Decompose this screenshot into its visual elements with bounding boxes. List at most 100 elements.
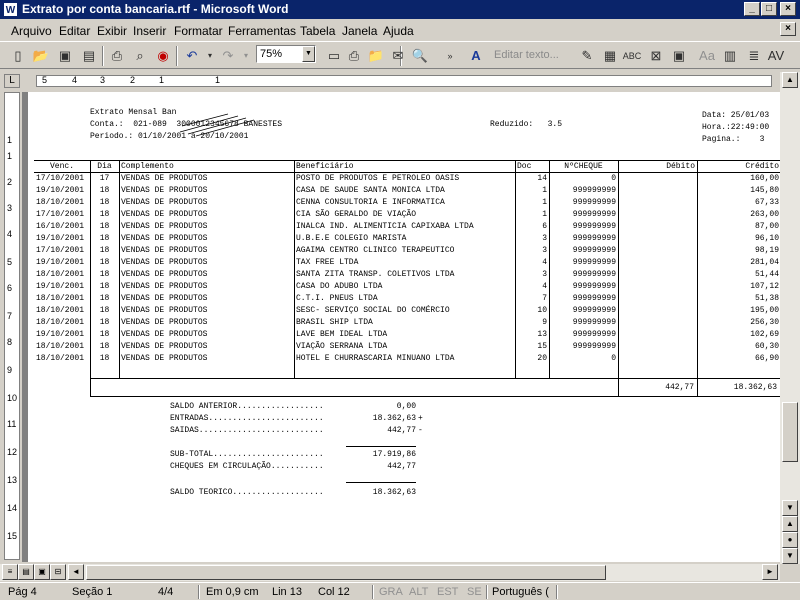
table-cell: 18/10/2001 — [36, 353, 85, 363]
print-icon[interactable]: ⎙ — [107, 46, 127, 66]
redo-dropdown-icon[interactable]: ▾ — [236, 46, 256, 66]
ruler-mark: 2 — [7, 177, 13, 187]
table-cell: 20 — [537, 353, 547, 363]
find-icon[interactable]: 🔍 — [410, 46, 430, 66]
vertical-ruler[interactable]: 1 1 2 3 4 5 6 7 8 9 10 11 12 13 14 15 — [4, 92, 20, 560]
status-position: Em 0,9 cm — [206, 586, 259, 598]
browse-object-icon[interactable]: ● — [782, 532, 798, 548]
table-cell: VENDAS DE PRODUTOS — [121, 293, 208, 303]
scroll-down-icon[interactable]: ▼ — [782, 500, 798, 516]
table-cell: 18/10/2001 — [36, 293, 85, 303]
table-cell: 17 — [99, 173, 110, 183]
reduzido-line: Reduzido: 3.5 — [490, 120, 563, 129]
track-changes-icon[interactable]: ✎ — [577, 46, 597, 66]
web-view-icon[interactable]: ▤ — [18, 564, 34, 580]
table-cell: 1 — [542, 209, 547, 219]
table-cell: VENDAS DE PRODUTOS — [121, 269, 208, 279]
status-language[interactable]: Português ( — [492, 586, 549, 598]
table-cell: 107,12 — [750, 281, 779, 291]
table-cell: 18/10/2001 — [36, 341, 85, 351]
print-layout-icon[interactable]: ▣ — [34, 564, 50, 580]
comment-icon[interactable]: ▦ — [600, 46, 620, 66]
scroll-thumb[interactable] — [782, 402, 798, 462]
research-icon[interactable]: ◉ — [153, 46, 173, 66]
menu-editar[interactable]: Editar — [59, 24, 90, 38]
font-size-icon[interactable]: Aa — [697, 46, 717, 66]
table-cell — [618, 220, 697, 232]
document-page[interactable]: Extrato Mensal Ban Conta.: 021-089 30000… — [28, 92, 780, 562]
permission-icon[interactable]: ▤ — [79, 46, 99, 66]
zoom-select[interactable]: 75% ▼ — [256, 45, 316, 63]
summary-label: SUB-TOTAL....................... — [170, 450, 324, 459]
ruler-mark: 9 — [7, 365, 13, 375]
table-header-row: Venc. Dia Complemento Beneficiário Doc N… — [34, 160, 780, 172]
status-extend[interactable]: EST — [437, 586, 458, 598]
outline-view-icon[interactable]: ⊟ — [50, 564, 66, 580]
highlight-icon[interactable]: ▥ — [720, 46, 740, 66]
summary-label: SALDO TEORICO................... — [170, 488, 324, 497]
table-cell: 18 — [99, 305, 110, 315]
print-preview-icon[interactable]: ⌕ — [130, 46, 150, 66]
table-cell: 18 — [99, 197, 110, 207]
status-track-changes[interactable]: ALT — [409, 586, 428, 598]
spelling-icon[interactable]: ABC — [622, 46, 642, 66]
undo-icon[interactable]: ↶ — [182, 46, 202, 66]
next-page-icon[interactable]: ▼ — [782, 548, 798, 564]
menu-ferramentas[interactable]: Ferramentas — [228, 24, 296, 38]
document-close-button[interactable]: × — [780, 22, 796, 36]
table-cell: SESC- SERVIÇO SOCIAL DO COMÉRCIO — [296, 305, 450, 315]
scribble-mark — [179, 113, 255, 137]
table-cell: 999999999 — [572, 221, 616, 231]
format-painter-icon[interactable]: ⊠ — [646, 46, 666, 66]
tab-selector[interactable]: L — [4, 74, 20, 88]
menu-arquivo[interactable]: Arquivo — [11, 24, 52, 38]
align-icon[interactable]: ≣ — [744, 46, 764, 66]
menu-ajuda[interactable]: Ajuda — [383, 24, 414, 38]
hscroll-thumb[interactable] — [86, 565, 606, 580]
menu-exibir[interactable]: Exibir — [97, 24, 127, 38]
menu-tabela[interactable]: Tabela — [300, 24, 335, 38]
vertical-scrollbar[interactable]: ▲ ▼ ▲ ● ▼ — [780, 72, 800, 564]
word-app-icon[interactable]: W — [3, 2, 18, 17]
scroll-up-icon[interactable]: ▲ — [782, 72, 798, 88]
table-cell: 999999999 — [572, 317, 616, 327]
edit-text-field[interactable]: Editar texto... — [494, 49, 559, 61]
table-cell: 3 — [542, 233, 547, 243]
status-overtype[interactable]: SE — [467, 586, 482, 598]
scroll-left-icon[interactable]: ◄ — [68, 564, 84, 580]
close-button[interactable]: × — [780, 2, 796, 16]
open-small-icon[interactable]: 📁 — [366, 46, 386, 66]
redo-icon[interactable]: ↷ — [218, 46, 238, 66]
previous-page-icon[interactable]: ▲ — [782, 516, 798, 532]
save-icon[interactable]: ▣ — [55, 46, 75, 66]
horizontal-ruler[interactable]: 5 4 3 2 1 1 — [28, 72, 780, 90]
summary-label: SAIDAS.......................... — [170, 426, 324, 435]
maximize-button[interactable]: □ — [761, 2, 777, 16]
menu-formatar[interactable]: Formatar — [174, 24, 223, 38]
zoom-dropdown-icon[interactable]: ▼ — [302, 46, 315, 62]
scroll-right-icon[interactable]: ► — [762, 564, 778, 580]
table-cell: 102,69 — [750, 329, 779, 339]
minimize-button[interactable]: _ — [744, 2, 760, 16]
summary-sign: + — [418, 414, 423, 423]
spacing-icon[interactable]: AV — [766, 46, 786, 66]
reviewing-pane-icon[interactable]: A — [466, 46, 486, 66]
normal-view-icon[interactable]: ≡ — [2, 564, 18, 580]
summary-value: 0,00 — [396, 402, 416, 411]
new-document-icon[interactable]: ▯ — [8, 46, 28, 66]
horizontal-scrollbar[interactable]: ≡ ▤ ▣ ⊟ ◄ ► — [0, 564, 780, 581]
print-small-icon[interactable]: ⎙ — [344, 46, 364, 66]
toolbar-options-icon[interactable]: » — [440, 46, 460, 66]
read-mode-icon[interactable]: ▭ — [324, 46, 344, 66]
document-map-icon[interactable]: ▣ — [669, 46, 689, 66]
undo-dropdown-icon[interactable]: ▾ — [200, 46, 220, 66]
status-column: Col 12 — [318, 586, 350, 598]
open-folder-icon[interactable]: 📂 — [31, 46, 51, 66]
menu-janela[interactable]: Janela — [342, 24, 377, 38]
table-cell: 18/10/2001 — [36, 197, 85, 207]
menu-inserir[interactable]: Inserir — [133, 24, 166, 38]
document-area[interactable]: Extrato Mensal Ban Conta.: 021-089 30000… — [22, 92, 780, 562]
ruler-mark: 2 — [130, 75, 136, 85]
mail-icon[interactable]: ✉ — [388, 46, 408, 66]
status-record-macro[interactable]: GRA — [379, 586, 403, 598]
